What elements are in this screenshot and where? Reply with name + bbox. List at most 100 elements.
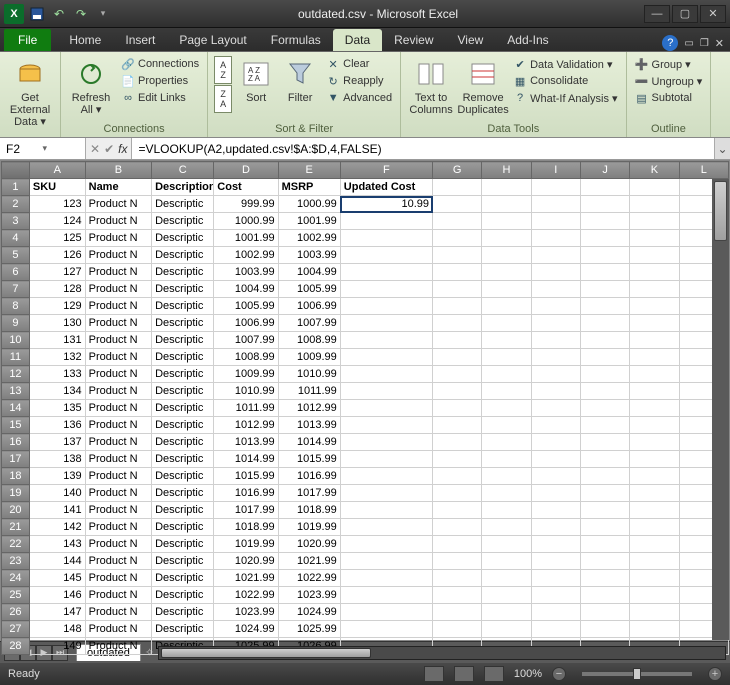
cell-I12[interactable]: [531, 366, 580, 383]
cell-D3[interactable]: 1000.99: [214, 213, 278, 230]
row-header-7[interactable]: 7: [2, 281, 30, 298]
row-header-1[interactable]: 1: [2, 179, 30, 196]
cell-D6[interactable]: 1003.99: [214, 264, 278, 281]
cell-J10[interactable]: [580, 332, 629, 349]
cell-F5[interactable]: [340, 247, 432, 264]
cell-E19[interactable]: 1017.99: [278, 485, 340, 502]
cell-C12[interactable]: Descriptic: [152, 366, 214, 383]
zoom-slider[interactable]: [582, 672, 692, 676]
cell-D23[interactable]: 1020.99: [214, 553, 278, 570]
ungroup-rows-button[interactable]: ➖Ungroup ▾: [633, 73, 705, 89]
cell-A6[interactable]: 127: [29, 264, 85, 281]
cell-K7[interactable]: [630, 281, 679, 298]
cell-D18[interactable]: 1015.99: [214, 468, 278, 485]
cell-I4[interactable]: [531, 230, 580, 247]
cell-C8[interactable]: Descriptic: [152, 298, 214, 315]
cell-B27[interactable]: Product N: [85, 621, 151, 638]
save-icon[interactable]: [28, 5, 46, 23]
cell-H5[interactable]: [482, 247, 531, 264]
cell-C2[interactable]: Descriptic: [152, 196, 214, 213]
cell-K13[interactable]: [630, 383, 679, 400]
row-header-8[interactable]: 8: [2, 298, 30, 315]
cell-F24[interactable]: [340, 570, 432, 587]
namebox-dropdown-icon[interactable]: ▾: [43, 143, 80, 154]
tab-home[interactable]: Home: [57, 29, 113, 51]
cell-G23[interactable]: [433, 553, 482, 570]
cell-E5[interactable]: 1003.99: [278, 247, 340, 264]
cell-F4[interactable]: [340, 230, 432, 247]
cell-J18[interactable]: [580, 468, 629, 485]
row-header-9[interactable]: 9: [2, 315, 30, 332]
cell-H11[interactable]: [482, 349, 531, 366]
row-header-21[interactable]: 21: [2, 519, 30, 536]
cell-F12[interactable]: [340, 366, 432, 383]
cell-H22[interactable]: [482, 536, 531, 553]
row-header-18[interactable]: 18: [2, 468, 30, 485]
spreadsheet-grid[interactable]: ABCDEFGHIJKL 1SKUNameDescriptionCostMSRP…: [0, 160, 730, 641]
text-to-columns-button[interactable]: Text to Columns: [407, 56, 455, 116]
cell-B15[interactable]: Product N: [85, 417, 151, 434]
cell-A10[interactable]: 131: [29, 332, 85, 349]
row-header-14[interactable]: 14: [2, 400, 30, 417]
cell-C14[interactable]: Descriptic: [152, 400, 214, 417]
cell-J24[interactable]: [580, 570, 629, 587]
cell-C25[interactable]: Descriptic: [152, 587, 214, 604]
cell-F26[interactable]: [340, 604, 432, 621]
row-header-22[interactable]: 22: [2, 536, 30, 553]
consolidate-button[interactable]: ▦Consolidate: [511, 73, 619, 89]
reapply-filter-button[interactable]: ↻Reapply: [324, 73, 394, 89]
cell-E23[interactable]: 1021.99: [278, 553, 340, 570]
cell-I27[interactable]: [531, 621, 580, 638]
row-header-5[interactable]: 5: [2, 247, 30, 264]
properties-button[interactable]: 📄Properties: [119, 73, 201, 89]
cell-I19[interactable]: [531, 485, 580, 502]
cell-A8[interactable]: 129: [29, 298, 85, 315]
cell-J26[interactable]: [580, 604, 629, 621]
cell-E12[interactable]: 1010.99: [278, 366, 340, 383]
cell-I10[interactable]: [531, 332, 580, 349]
cell-J8[interactable]: [580, 298, 629, 315]
cell-G27[interactable]: [433, 621, 482, 638]
cell-D19[interactable]: 1016.99: [214, 485, 278, 502]
cell-K20[interactable]: [630, 502, 679, 519]
column-header-J[interactable]: J: [580, 162, 629, 179]
cell-G1[interactable]: [433, 179, 482, 196]
cell-F2[interactable]: 10.99: [340, 196, 432, 213]
cell-D7[interactable]: 1004.99: [214, 281, 278, 298]
cell-D16[interactable]: 1013.99: [214, 434, 278, 451]
cell-D24[interactable]: 1021.99: [214, 570, 278, 587]
cell-I22[interactable]: [531, 536, 580, 553]
cell-C16[interactable]: Descriptic: [152, 434, 214, 451]
tab-page-layout[interactable]: Page Layout: [167, 29, 258, 51]
cell-B12[interactable]: Product N: [85, 366, 151, 383]
cell-C24[interactable]: Descriptic: [152, 570, 214, 587]
cell-B18[interactable]: Product N: [85, 468, 151, 485]
cell-A5[interactable]: 126: [29, 247, 85, 264]
cell-F25[interactable]: [340, 587, 432, 604]
cell-D9[interactable]: 1006.99: [214, 315, 278, 332]
cell-A2[interactable]: 123: [29, 196, 85, 213]
cell-E20[interactable]: 1018.99: [278, 502, 340, 519]
cell-C10[interactable]: Descriptic: [152, 332, 214, 349]
sort-button[interactable]: A ZZ A Sort: [236, 56, 276, 104]
cell-A3[interactable]: 124: [29, 213, 85, 230]
horizontal-scrollbar[interactable]: [158, 646, 726, 660]
cell-B10[interactable]: Product N: [85, 332, 151, 349]
cell-J15[interactable]: [580, 417, 629, 434]
cell-H25[interactable]: [482, 587, 531, 604]
cell-H14[interactable]: [482, 400, 531, 417]
cell-K9[interactable]: [630, 315, 679, 332]
cell-I15[interactable]: [531, 417, 580, 434]
cell-A22[interactable]: 143: [29, 536, 85, 553]
cell-B20[interactable]: Product N: [85, 502, 151, 519]
cell-D1[interactable]: Cost: [214, 179, 278, 196]
cell-I26[interactable]: [531, 604, 580, 621]
filter-button[interactable]: Filter: [280, 56, 320, 104]
cell-H15[interactable]: [482, 417, 531, 434]
cell-K25[interactable]: [630, 587, 679, 604]
cell-G21[interactable]: [433, 519, 482, 536]
cell-B16[interactable]: Product N: [85, 434, 151, 451]
cell-E18[interactable]: 1016.99: [278, 468, 340, 485]
subtotal-button[interactable]: ▤Subtotal: [633, 90, 705, 106]
cell-B24[interactable]: Product N: [85, 570, 151, 587]
